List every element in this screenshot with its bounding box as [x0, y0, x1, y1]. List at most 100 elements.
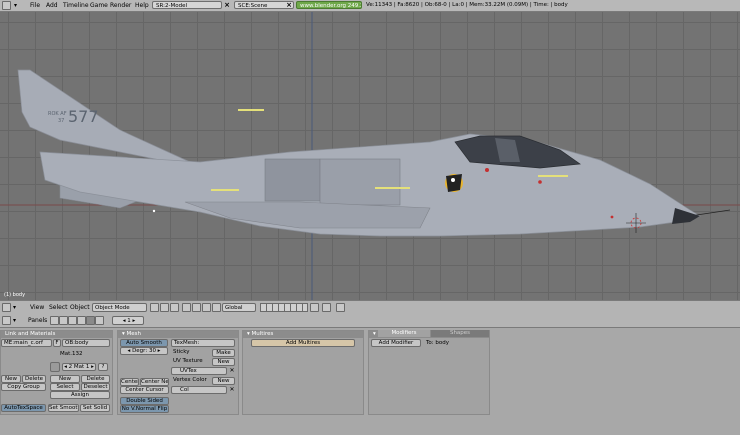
script-icon[interactable] [59, 316, 68, 325]
no-v-normal-flip-toggle[interactable]: No V.Normal Flip [120, 405, 169, 413]
uv-texture-label: UV Texture [173, 358, 203, 364]
3d-viewport[interactable]: ROK AF 37 577 (1) body [0, 12, 740, 300]
editing-context-icon[interactable] [86, 316, 95, 325]
menu-select[interactable]: Select [49, 303, 68, 312]
uv-texture-new-button[interactable]: New [212, 358, 235, 366]
panel-title: ▾ Multires [243, 331, 363, 338]
render-icon[interactable] [336, 303, 345, 312]
fake-user-button[interactable]: F [53, 339, 61, 347]
vertex-color-new-button[interactable]: New [212, 377, 235, 385]
panels-menu[interactable]: Panels [28, 316, 47, 325]
panel-title: ▾ Mesh [118, 331, 238, 338]
panel-title-text: Multires [251, 331, 274, 337]
uvtex-delete-icon[interactable]: ✕ [228, 367, 236, 375]
shading-icon[interactable] [160, 303, 169, 312]
material-new-button[interactable]: New [50, 375, 80, 383]
material-assign-button[interactable]: Assign [50, 391, 110, 399]
object-name-field[interactable]: OB:body [62, 339, 110, 347]
collapse-icon[interactable]: ▾ [13, 316, 16, 325]
material-color-swatch[interactable] [50, 362, 60, 372]
modifier-target-label: To: body [426, 340, 449, 346]
panel-title-text: Mesh [126, 331, 141, 337]
add-modifier-button[interactable]: Add Modifier [371, 339, 421, 347]
screen-close-icon[interactable]: × [223, 1, 231, 9]
set-smooth-button[interactable]: Set Smooth [48, 404, 79, 412]
center-new-button[interactable]: Center New [140, 378, 169, 386]
copy-group-button[interactable]: Copy Group [1, 383, 46, 391]
mesh-datablock-field[interactable]: ME:main_c.orf [1, 339, 52, 347]
degr-field[interactable]: ◂ Degr: 30 ▸ [120, 347, 168, 355]
mode-select[interactable]: Object Mode [92, 303, 147, 312]
jet-model [17, 69, 731, 237]
center-cursor-button[interactable]: Center Cursor [120, 386, 169, 394]
shading-context-icon[interactable] [68, 316, 77, 325]
autotexspace-toggle[interactable]: AutoTexSpace [1, 404, 46, 412]
editor-type-icon[interactable] [2, 303, 11, 312]
menu-game[interactable]: Game [90, 1, 108, 10]
translate-icon[interactable] [192, 303, 201, 312]
collapse-icon[interactable]: ▾ [13, 303, 16, 312]
material-slot-value: 2 Mat 1 [68, 364, 90, 370]
sticky-make-button[interactable]: Make [212, 349, 235, 357]
pivot-icon[interactable] [170, 303, 179, 312]
material-help-button[interactable]: ? [98, 363, 108, 371]
panel-title: Link and Materials [1, 331, 112, 338]
material-delete-button[interactable]: Delete [81, 375, 110, 383]
buttons-header: ▾ Panels ◂ 1 ▸ [0, 315, 740, 328]
center-button[interactable]: Center [120, 378, 139, 386]
menu-file[interactable]: File [30, 1, 40, 10]
sticky-label: Sticky [173, 349, 190, 355]
material-select-button[interactable]: Select [50, 383, 80, 391]
material-deselect-button[interactable]: Deselect [81, 383, 110, 391]
auto-smooth-toggle[interactable]: Auto Smooth [120, 339, 168, 347]
tail-number: 577 [68, 107, 99, 126]
col-layer-field[interactable]: Col [171, 386, 227, 394]
menu-add[interactable]: Add [46, 1, 58, 10]
vgroup-delete-button[interactable]: Delete [22, 375, 46, 383]
uvtex-layer-field[interactable]: UVTex [171, 367, 227, 375]
scale-icon[interactable] [212, 303, 221, 312]
scene-context-icon[interactable] [95, 316, 104, 325]
menu-view[interactable]: View [30, 303, 44, 312]
double-sided-toggle[interactable]: Double Sided [120, 397, 169, 405]
camera-icon[interactable] [322, 303, 331, 312]
set-solid-button[interactable]: Set Solid [80, 404, 110, 412]
screen-field[interactable]: SR:2-Model [152, 1, 222, 9]
frame-field[interactable]: ◂ 1 ▸ [112, 316, 144, 325]
blender-url-badge[interactable]: www.blender.org 249.2 [296, 1, 362, 9]
viewport-canvas [0, 12, 740, 300]
tail-text-37: 37 [58, 118, 65, 124]
material-name: Mat.132 [60, 351, 83, 357]
menu-help[interactable]: Help [135, 1, 149, 10]
vertex-color-label: Vertex Color [173, 377, 207, 383]
editor-type-icon[interactable] [2, 316, 11, 325]
layer-buttons[interactable] [260, 303, 308, 312]
object-context-icon[interactable] [77, 316, 86, 325]
degr-value: Degr: 30 [132, 348, 156, 354]
vgroup-new-button[interactable]: New [1, 375, 21, 383]
lock-icon[interactable] [310, 303, 319, 312]
scene-stats: Ve:11343 | Fa:8620 | Ob:68-0 | La:0 | Me… [366, 2, 568, 8]
collapse-icon[interactable]: ▾ [14, 1, 17, 10]
tab-modifiers[interactable]: Modifiers [378, 330, 430, 337]
tail-text-rokaf: ROK AF [48, 111, 67, 117]
material-slot-selector[interactable]: ◂ 2 Mat 1 ▸ [62, 363, 96, 371]
col-delete-icon[interactable]: ✕ [228, 386, 236, 394]
texmesh-field[interactable]: TexMesh: [171, 339, 235, 347]
scene-close-icon[interactable]: × [285, 1, 293, 9]
viewport-header: ▾ View Select Object Object Mode Global [0, 300, 740, 316]
menu-render[interactable]: Render [110, 1, 131, 10]
editor-type-icon[interactable] [2, 1, 11, 10]
active-object-label: (1) body [4, 292, 26, 298]
orientation-select[interactable]: Global [222, 303, 256, 312]
draw-type-icon[interactable] [150, 303, 159, 312]
add-multires-button[interactable]: Add Multires [251, 339, 355, 347]
menu-timeline[interactable]: Timeline [63, 1, 89, 10]
manipulator-icon[interactable] [182, 303, 191, 312]
squadron-emblem [445, 174, 463, 192]
menu-object[interactable]: Object [70, 303, 90, 312]
rotate-icon[interactable] [202, 303, 211, 312]
logic-icon[interactable] [50, 316, 59, 325]
info-header: ▾ File Add Timeline Game Render Help SR:… [0, 0, 740, 12]
tab-shapes[interactable]: Shapes [431, 330, 489, 337]
